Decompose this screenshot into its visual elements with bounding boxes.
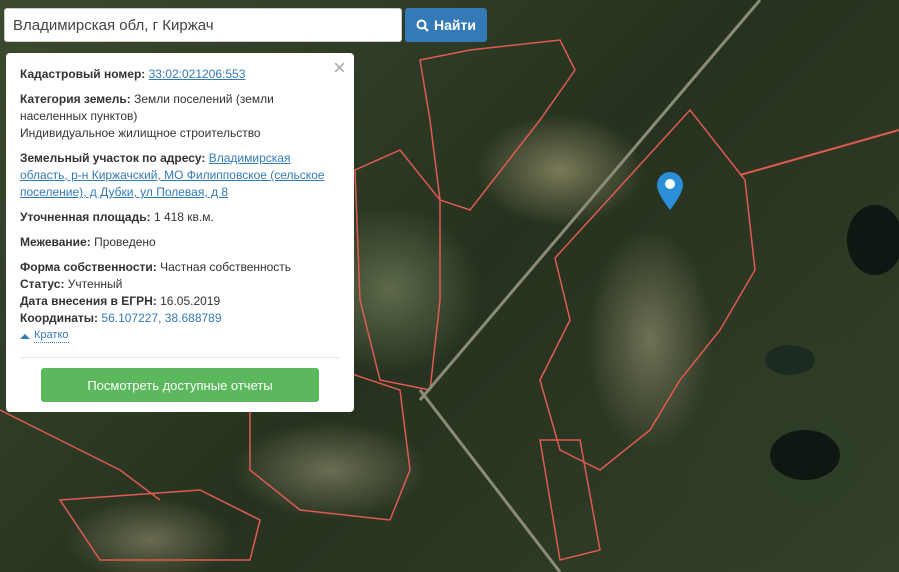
status-value: Учтенный xyxy=(67,277,123,291)
parcel-dubki xyxy=(539,108,756,471)
cadastral-label: Кадастровый номер: xyxy=(20,67,146,81)
parcel-forest xyxy=(539,439,601,561)
date-value: 16.05.2019 xyxy=(160,294,221,308)
parcel-west xyxy=(354,149,441,391)
survey-label: Межевание: xyxy=(20,235,91,249)
caret-up-icon xyxy=(20,333,30,339)
address-search-input[interactable] xyxy=(4,8,402,42)
area-value: 1 418 кв.м. xyxy=(153,210,214,224)
cadastral-number-link[interactable]: 33:02:021206:553 xyxy=(149,67,246,81)
collapse-label: Кратко xyxy=(34,329,69,343)
view-reports-button[interactable]: Посмотреть доступные отчеты xyxy=(41,368,319,402)
status-label: Статус: xyxy=(20,277,65,291)
parcel-north xyxy=(419,39,576,211)
search-button-label: Найти xyxy=(434,17,476,33)
search-button[interactable]: Найти xyxy=(405,8,487,42)
area-label: Уточненная площадь: xyxy=(20,210,151,224)
divider xyxy=(20,357,340,358)
date-label: Дата внесения в ЕГРН: xyxy=(20,294,157,308)
parcel-southwest xyxy=(58,489,261,561)
coords-label: Координаты: xyxy=(20,311,99,325)
collapse-toggle[interactable]: Кратко xyxy=(20,329,340,343)
category-label: Категория земель: xyxy=(20,92,131,106)
parcel-info-panel: × Кадастровый номер: 33:02:021206:553 Ка… xyxy=(6,53,354,412)
ownership-value: Частная собственность xyxy=(160,260,292,274)
ownership-label: Форма собственности: xyxy=(20,260,157,274)
category-use: Индивидуальное жилищное строительство xyxy=(20,126,261,140)
address-label: Земельный участок по адресу: xyxy=(20,151,206,165)
close-icon[interactable]: × xyxy=(333,57,346,79)
search-icon xyxy=(416,19,429,32)
coords-value: 56.107227, 38.688789 xyxy=(101,311,222,325)
survey-value: Проведено xyxy=(94,235,156,249)
road xyxy=(739,129,899,176)
road-2 xyxy=(0,409,161,501)
